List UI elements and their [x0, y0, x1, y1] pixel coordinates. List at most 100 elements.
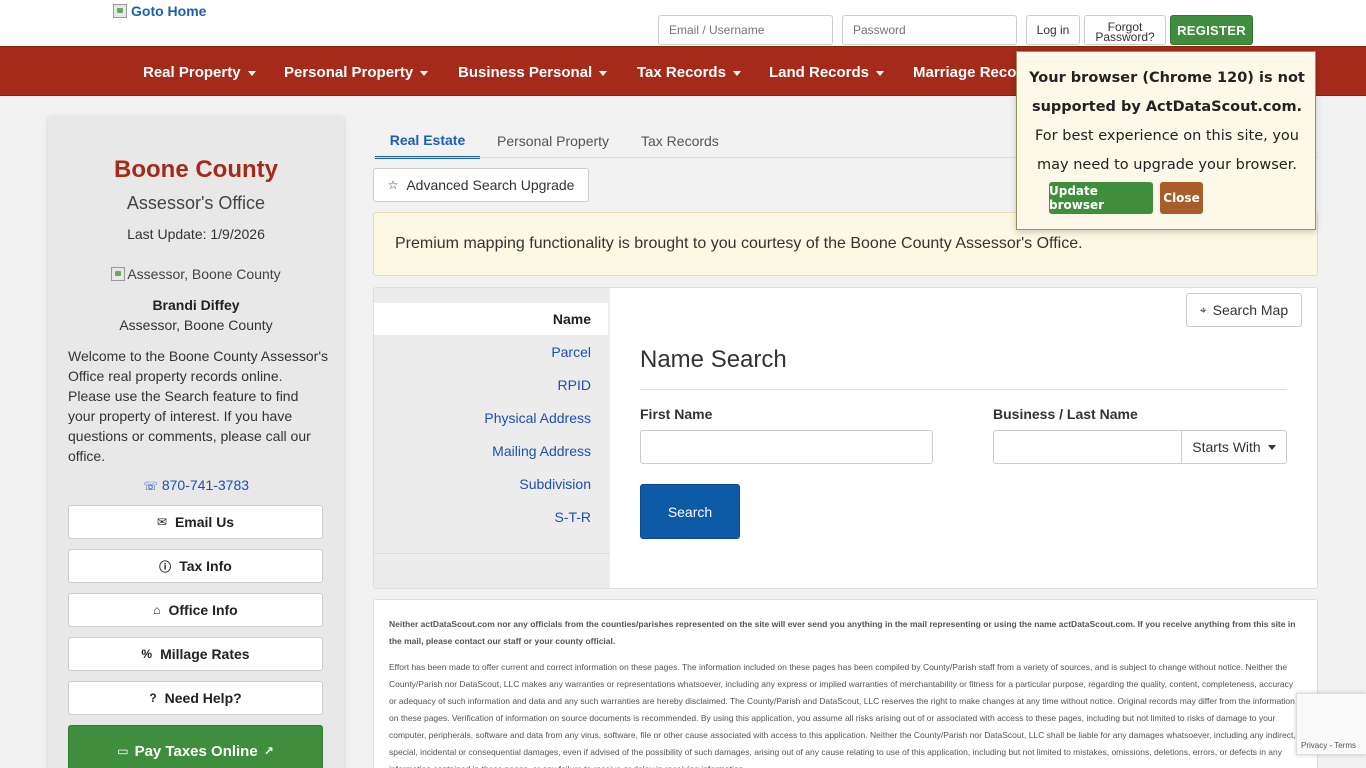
popup-advice-text: For best experience on this site, you ma… [1017, 122, 1317, 180]
starts-with-label: Starts With [1192, 439, 1261, 455]
first-name-input[interactable] [640, 430, 933, 464]
assessor-role: Assessor, Boone County [119, 317, 273, 333]
search-type-subdivision[interactable]: Subdivision [374, 468, 608, 500]
popup-line3: For best experience on this site, you [1034, 128, 1299, 144]
nav-business-personal[interactable]: Business Personal [458, 47, 608, 97]
search-type-rpid[interactable]: RPID [374, 369, 608, 401]
password-input[interactable] [842, 15, 1017, 45]
map-icon: ⌖ [1199, 302, 1207, 317]
envelope-icon: ✉ [156, 515, 167, 529]
recaptcha-privacy-link[interactable]: Privacy [1301, 741, 1327, 750]
search-type-name[interactable]: Name [374, 303, 608, 335]
email-us-label: Email Us [174, 514, 235, 530]
login-button[interactable]: Log in [1026, 15, 1080, 45]
tab-personal-property[interactable]: Personal Property [497, 124, 609, 158]
need-help-label: Need Help? [164, 690, 242, 706]
info-icon: ⓘ [159, 559, 172, 574]
broken-image-icon [111, 267, 126, 281]
office-info-button[interactable]: ⌂ Office Info [68, 593, 323, 627]
office-subtitle: Assessor's Office [126, 193, 266, 213]
credit-card-icon: ▭ [117, 744, 129, 758]
caret-down-icon [1267, 444, 1276, 450]
email-username-input[interactable] [658, 15, 833, 45]
millage-rates-label: Millage Rates [160, 646, 250, 662]
external-link-icon: ↗ [263, 744, 274, 758]
pay-taxes-label: Pay Taxes Online [134, 742, 258, 760]
nav-label: Real Property [143, 63, 241, 81]
popup-line4: may need to upgrade your browser. [1037, 157, 1297, 173]
search-type-str[interactable]: S-T-R [374, 501, 608, 533]
nav-label: Business Personal [458, 63, 593, 81]
nav-label: Tax Records [637, 63, 726, 81]
search-map-button[interactable]: ⌖ Search Map [1186, 293, 1302, 327]
nav-marriage-records[interactable]: Marriage Reco [913, 47, 1016, 97]
search-type-parcel[interactable]: Parcel [374, 336, 608, 368]
caret-down-icon [599, 70, 608, 76]
last-name-label: Business / Last Name [993, 406, 1138, 422]
assessor-photo-alt: Assessor, Boone County [127, 266, 281, 282]
disclaimer-mail-notice: Neither actDataScout.com nor any officia… [389, 619, 1296, 646]
assessor-name: Brandi Diffey [152, 297, 240, 313]
caret-down-icon [876, 70, 885, 76]
name-search-title: Name Search [640, 346, 787, 373]
tax-info-button[interactable]: ⓘ Tax Info [68, 549, 323, 583]
nav-real-property[interactable]: Real Property [143, 47, 256, 97]
email-us-button[interactable]: ✉ Email Us [68, 505, 323, 539]
caret-down-icon [420, 70, 429, 76]
phone-number: 870-741-3783 [161, 477, 250, 493]
phone-icon: ☏ [142, 479, 158, 493]
search-type-mailing-address[interactable]: Mailing Address [374, 435, 608, 467]
building-icon: ⌂ [153, 603, 161, 617]
recaptcha-separator: - [1329, 741, 1333, 750]
need-help-button[interactable]: ? Need Help? [68, 681, 323, 715]
register-button[interactable]: REGISTER [1170, 15, 1253, 45]
forgot-line2: Password? [1095, 29, 1155, 44]
welcome-text: Welcome to the Boone County Assessor's O… [68, 348, 328, 464]
tab-tax-records[interactable]: Tax Records [641, 124, 719, 158]
title-divider [640, 389, 1287, 390]
last-update: Last Update: 1/9/2026 [127, 226, 265, 242]
disclaimer-panel: Neither actDataScout.com nor any officia… [373, 599, 1318, 768]
county-title: Boone County [114, 156, 278, 183]
phone-link[interactable]: ☏ 870-741-3783 [48, 477, 344, 493]
office-info-label: Office Info [168, 602, 238, 618]
popup-warning-text: Your browser (Chrome 120) is not support… [1017, 64, 1317, 122]
popup-line1: Your browser (Chrome 120) is not [1029, 70, 1305, 86]
caret-down-icon [247, 70, 256, 76]
starts-with-dropdown[interactable]: Starts With [1181, 430, 1287, 464]
recaptcha-terms-link[interactable]: Terms [1334, 741, 1356, 750]
tax-info-label: Tax Info [179, 558, 232, 574]
first-name-label: First Name [640, 406, 713, 422]
pay-taxes-online-button[interactable]: ▭ Pay Taxes Online ↗ [68, 725, 323, 768]
caret-down-icon [732, 70, 741, 76]
nav-label: Personal Property [284, 63, 414, 81]
recaptcha-badge[interactable]: Privacy - Terms [1296, 693, 1366, 755]
advanced-search-label: Advanced Search Upgrade [406, 177, 575, 193]
disclaimer-text: Effort has been made to offer current an… [389, 662, 1296, 768]
update-browser-button[interactable]: Update browser [1049, 182, 1153, 214]
nav-land-records[interactable]: Land Records [769, 47, 885, 97]
search-type-physical-address[interactable]: Physical Address [374, 402, 608, 434]
forgot-password-button[interactable]: Forgot Password? [1084, 15, 1166, 45]
search-map-label: Search Map [1212, 302, 1289, 318]
premium-notice-text: Premium mapping functionality is brought… [395, 235, 1083, 252]
assessor-photo: Assessor, Boone County [48, 266, 344, 282]
search-button[interactable]: Search [640, 484, 740, 539]
nav-label: Marriage Reco [913, 63, 1017, 81]
goto-home-logo[interactable]: Goto Home [113, 3, 206, 19]
menu-divider [374, 553, 610, 554]
nav-label: Land Records [769, 63, 870, 81]
nav-tax-records[interactable]: Tax Records [637, 47, 741, 97]
last-name-input[interactable] [993, 430, 1182, 464]
nav-personal-property[interactable]: Personal Property [284, 47, 429, 97]
star-icon: ☆ [387, 178, 399, 192]
tab-real-estate[interactable]: Real Estate [375, 124, 480, 159]
advanced-search-upgrade-button[interactable]: ☆ Advanced Search Upgrade [373, 168, 589, 202]
percent-icon: % [141, 647, 153, 661]
popup-close-button[interactable]: Close [1160, 182, 1203, 214]
popup-line2: supported by ActDataScout.com. [1031, 99, 1303, 115]
millage-rates-button[interactable]: % Millage Rates [68, 637, 323, 671]
recaptcha-links: Privacy - Terms [1301, 741, 1356, 750]
logo-alt-text: Goto Home [131, 3, 207, 19]
question-icon: ? [149, 691, 157, 705]
